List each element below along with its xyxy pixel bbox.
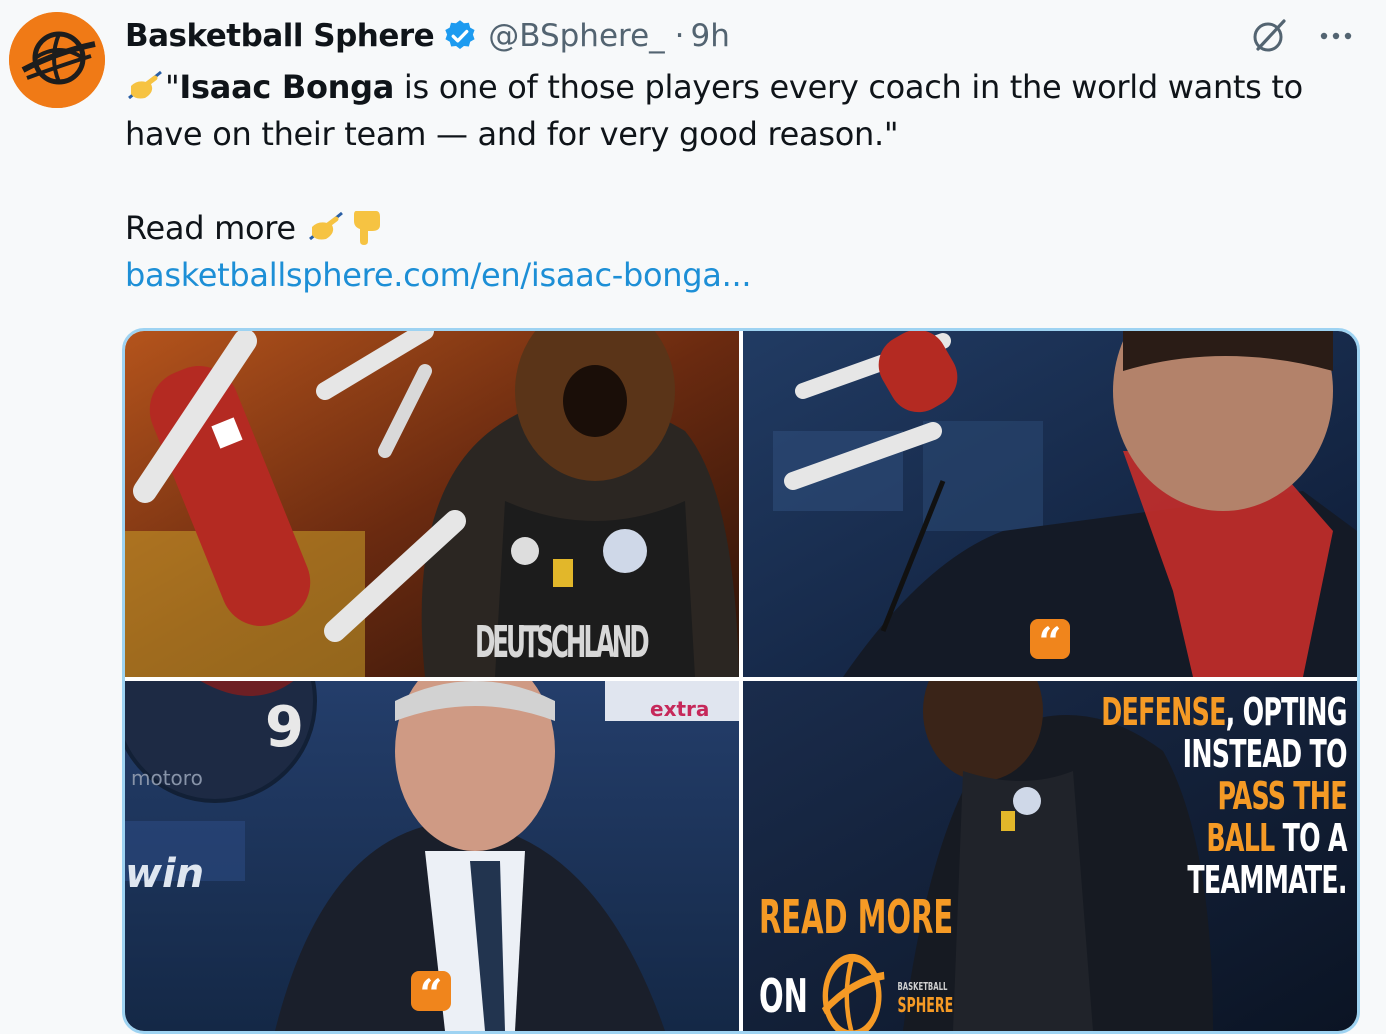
jersey-number: 9 [265, 695, 304, 760]
writing-hand-icon [308, 211, 343, 241]
promo-text: DEFENSE, OPTING INSTEAD TO PASS THE BALL… [1101, 691, 1347, 901]
sponsor-text-3: extra [650, 697, 710, 721]
tweet-header: Basketball Sphere @BSphere_ · 9h [125, 14, 730, 58]
sponsor-text-1: motoro [131, 766, 203, 790]
basketball-logo-icon [9, 12, 105, 108]
separator: · [674, 18, 685, 54]
writing-hand-icon [128, 70, 162, 100]
more-icon[interactable] [1316, 16, 1356, 56]
read-more-line: Read more [125, 205, 1345, 252]
verified-badge-icon [445, 20, 475, 50]
read-more-text: Read more [125, 209, 296, 247]
avatar[interactable] [9, 12, 105, 108]
grok-icon[interactable] [1248, 15, 1290, 57]
article-link[interactable]: basketballsphere.com/en/isaac-bonga... [125, 252, 1345, 299]
tweet-line-1: "Isaac Bonga is one of those players eve… [125, 64, 1345, 111]
sponsor-text-2: win [125, 851, 205, 897]
media-tile-4[interactable]: DEFENSE, OPTING INSTEAD TO PASS THE BALL… [743, 681, 1357, 1031]
logo-wordmark: BASKETBALL SPHERE [897, 978, 954, 1017]
player-name: Isaac Bonga [179, 68, 395, 106]
promo-line-1: DEFENSE, OPTING [1101, 690, 1347, 734]
logo-bottom: SPHERE [897, 993, 954, 1017]
media-tile-1[interactable]: DEUTSCHLAND [125, 331, 739, 677]
quote-badge-icon: “ [1030, 619, 1070, 666]
quote-badge-icon: “ [411, 971, 451, 1018]
player-knife-image [125, 331, 739, 677]
tweet-line-2: have on their team — and for very good r… [125, 115, 899, 153]
media-tile-2[interactable]: “ [743, 331, 1357, 677]
handle[interactable]: @BSphere_ [488, 18, 664, 54]
timestamp[interactable]: 9h [691, 18, 730, 54]
header-actions [1248, 14, 1356, 58]
quote-rest: is one of those players every coach in t… [394, 68, 1303, 106]
quote-open: " [165, 68, 180, 106]
article-link-text[interactable]: basketballsphere.com/en/isaac-bonga... [125, 256, 752, 294]
promo-line-4: BALL TO A [1206, 816, 1348, 860]
media-tile-3[interactable]: 9 motoro win extra “ [125, 681, 739, 1031]
pointing-down-icon [353, 211, 380, 245]
promo-line-2: INSTEAD TO [1182, 732, 1348, 776]
read-more-label: READ MORE [759, 890, 954, 944]
promo-line-5: TEAMMATE. [1187, 858, 1348, 902]
media-grid[interactable]: DEUTSCHLAND “ 9 motoro win extra “ DEFEN… [122, 328, 1360, 1034]
on-row: ON BASKETBALL SPHERE [759, 945, 953, 1031]
read-more-banner: READ MORE ON BASKETBALL SPHERE [759, 889, 953, 1031]
promo-line-3: PASS THE [1217, 774, 1348, 818]
jersey-text: DEUTSCHLAND [475, 617, 650, 668]
tweet-text: "Isaac Bonga is one of those players eve… [125, 64, 1345, 299]
basketball-logo-icon [821, 953, 885, 1031]
on-label: ON [759, 969, 808, 1023]
display-name[interactable]: Basketball Sphere [125, 18, 435, 54]
